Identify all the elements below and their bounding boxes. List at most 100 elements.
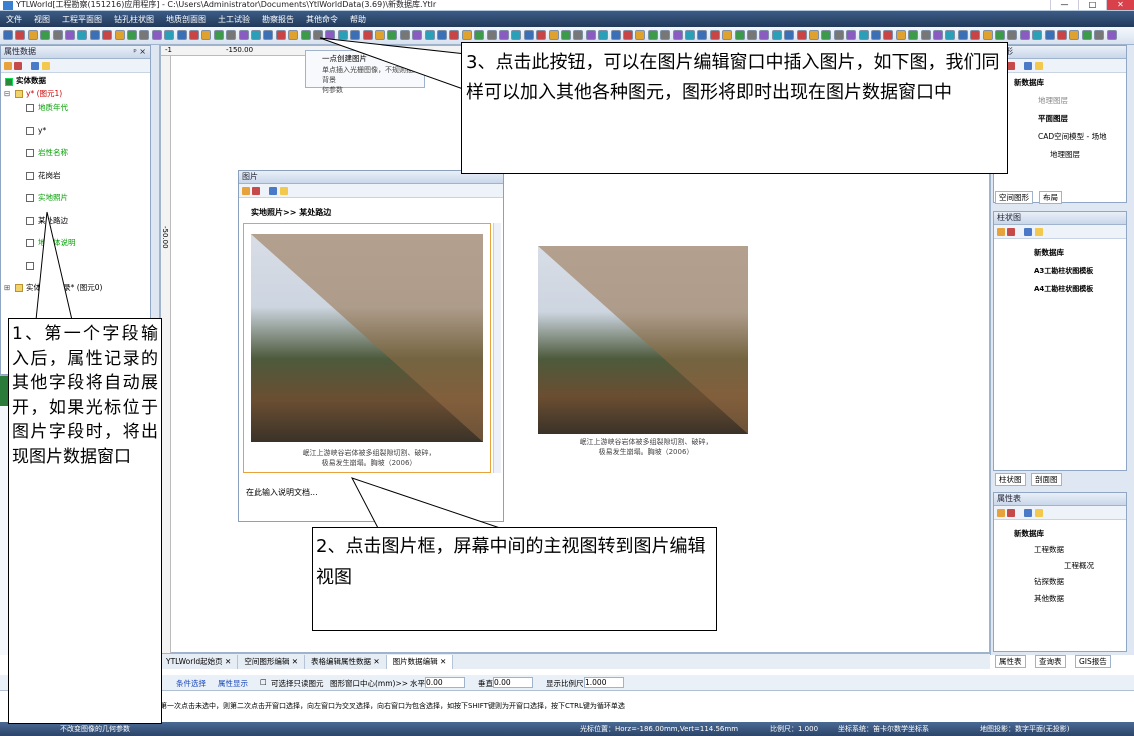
toolbar-button-icon[interactable] [15,30,26,40]
toolbar-button-icon[interactable] [858,30,869,40]
menu-item[interactable]: 工程平面图 [56,14,108,25]
toolbar-button-icon[interactable] [387,30,398,40]
tree-item[interactable]: 新数据库 [1034,248,1064,258]
toolbar-button-icon[interactable] [647,30,658,40]
field-item[interactable]: 某处路边 [38,216,68,226]
field-item[interactable]: 地质年代 [38,103,68,113]
horizontal-input[interactable]: 0.00 [425,677,465,688]
field-item[interactable]: 地质体说明 [38,238,76,248]
toolbar-button-icon[interactable] [1081,30,1092,40]
toolbar-button-icon[interactable] [871,30,881,40]
toolbar-button-icon[interactable] [300,30,311,40]
tree-item[interactable]: 新数据库 [1014,78,1044,88]
condition-select-link[interactable]: 条件选择 [176,678,206,689]
toolbar-button-icon[interactable] [1094,30,1105,40]
toolbar-button-icon[interactable] [511,30,522,40]
toolbar-button-icon[interactable] [226,30,237,40]
vertical-input[interactable]: 0.00 [493,677,533,688]
field-item[interactable]: 岩性名称 [38,148,68,158]
toolbar-button-icon[interactable] [251,30,261,40]
toolbar-button-icon[interactable] [945,30,956,40]
refresh-icon[interactable] [4,62,12,70]
toolbar-button-icon[interactable] [350,30,361,40]
menu-item[interactable]: 土工试验 [212,14,256,25]
toolbar-button-icon[interactable] [1044,30,1055,40]
close-icon[interactable]: ✕ [438,657,446,666]
toolbar-button-icon[interactable] [275,30,286,40]
toolbar-button-icon[interactable] [585,30,596,40]
toolbar-button-icon[interactable] [771,30,782,40]
menu-item[interactable]: 其他命令 [300,14,344,25]
menu-item[interactable]: 视图 [28,14,56,25]
folder-icon[interactable] [280,187,288,195]
toolbar-button-icon[interactable] [52,30,63,40]
toolbar-button-icon[interactable] [424,30,435,40]
field-item[interactable]: 花岗岩 [38,171,61,181]
toolbar-button-icon[interactable] [548,30,559,40]
toolbar-button-icon[interactable] [734,30,745,40]
image-frame[interactable]: 岷江上游峡谷岩体被多组裂隙切割、破碎， 极易发生崩塌。胸坡（2006） [243,223,491,473]
toolbar-button-icon[interactable] [623,30,633,40]
toolbar-button-icon[interactable] [1019,30,1030,40]
tree-item[interactable]: 地理图层 [1050,150,1080,160]
table-icon[interactable] [31,62,39,70]
toolbar-button-icon[interactable] [213,30,224,40]
filter-icon[interactable] [252,187,260,195]
toolbar-button-icon[interactable] [970,30,981,40]
document-tab[interactable]: 图片数据编辑 ✕ [386,654,454,669]
expand-icon[interactable]: ⊞ [4,283,10,293]
toolbar-button-icon[interactable] [908,30,919,40]
toolbar-button-icon[interactable] [474,30,485,40]
toolbar-button-icon[interactable] [375,30,385,40]
maximize-button[interactable]: □ [1078,0,1106,10]
toolbar-button-icon[interactable] [523,30,534,40]
toolbar-button-icon[interactable] [536,30,547,40]
toolbar-button-icon[interactable] [1069,30,1080,40]
toolbar-button-icon[interactable] [139,30,150,40]
toolbar-button-icon[interactable] [449,30,460,40]
tree-item[interactable]: 工程数据 [1034,545,1064,555]
folder-icon[interactable] [1035,62,1043,70]
toolbar-button-icon[interactable] [27,30,38,40]
notes-field[interactable]: 在此输入说明文档... [246,487,318,498]
table-icon[interactable] [1024,62,1032,70]
close-icon[interactable]: ✕ [223,657,231,666]
toolbar-button-icon[interactable] [995,30,1005,40]
toolbar-button-icon[interactable] [499,30,509,40]
toolbar-button-icon[interactable] [747,30,757,40]
image-scrollbar[interactable] [493,223,501,473]
toolbar-button-icon[interactable] [1007,30,1018,40]
tab-query-table[interactable]: 查询表 [1035,655,1066,668]
toolbar-button-icon[interactable] [399,30,410,40]
tab-layout[interactable]: 布局 [1039,191,1062,204]
tree-root[interactable]: 实体数据 [16,76,46,86]
tab-gis-report[interactable]: GIS报告 [1075,655,1111,668]
main-photo[interactable] [538,246,748,434]
toolbar-button-icon[interactable] [151,30,162,40]
toolbar-button-icon[interactable] [957,30,968,40]
toolbar-button-icon[interactable] [784,30,795,40]
new-record-node[interactable]: 实体 · 新记录* (图元0) [26,283,102,293]
toolbar-button-icon[interactable] [201,30,212,40]
tab-column[interactable]: 柱状图 [995,473,1026,486]
tree-item[interactable]: A3工勘柱状图模板 [1034,266,1093,276]
toolbar-button-icon[interactable] [809,30,819,40]
toolbar-button-icon[interactable] [1057,30,1067,40]
filter-icon[interactable] [1007,228,1015,236]
document-tab[interactable]: 表格编辑属性数据 ✕ [305,654,387,669]
toolbar-button-icon[interactable] [102,30,113,40]
toolbar-button-icon[interactable] [846,30,857,40]
folder-icon[interactable] [42,62,50,70]
readonly-checkbox[interactable]: ☐ [260,678,267,687]
tree-item[interactable]: CAD空间模型 - 场地 [1038,132,1107,142]
record-group[interactable]: y* (图元1) [26,89,62,99]
toolbar-button-icon[interactable] [189,30,199,40]
table-icon[interactable] [1024,509,1032,517]
toolbar-button-icon[interactable] [362,30,373,40]
toolbar-button-icon[interactable] [709,30,720,40]
menu-item[interactable]: 文件 [0,14,28,25]
toolbar-button-icon[interactable] [437,30,447,40]
close-icon[interactable]: ✕ [371,657,379,666]
toolbar-button-icon[interactable] [895,30,906,40]
close-icon[interactable]: ✕ [289,657,298,666]
